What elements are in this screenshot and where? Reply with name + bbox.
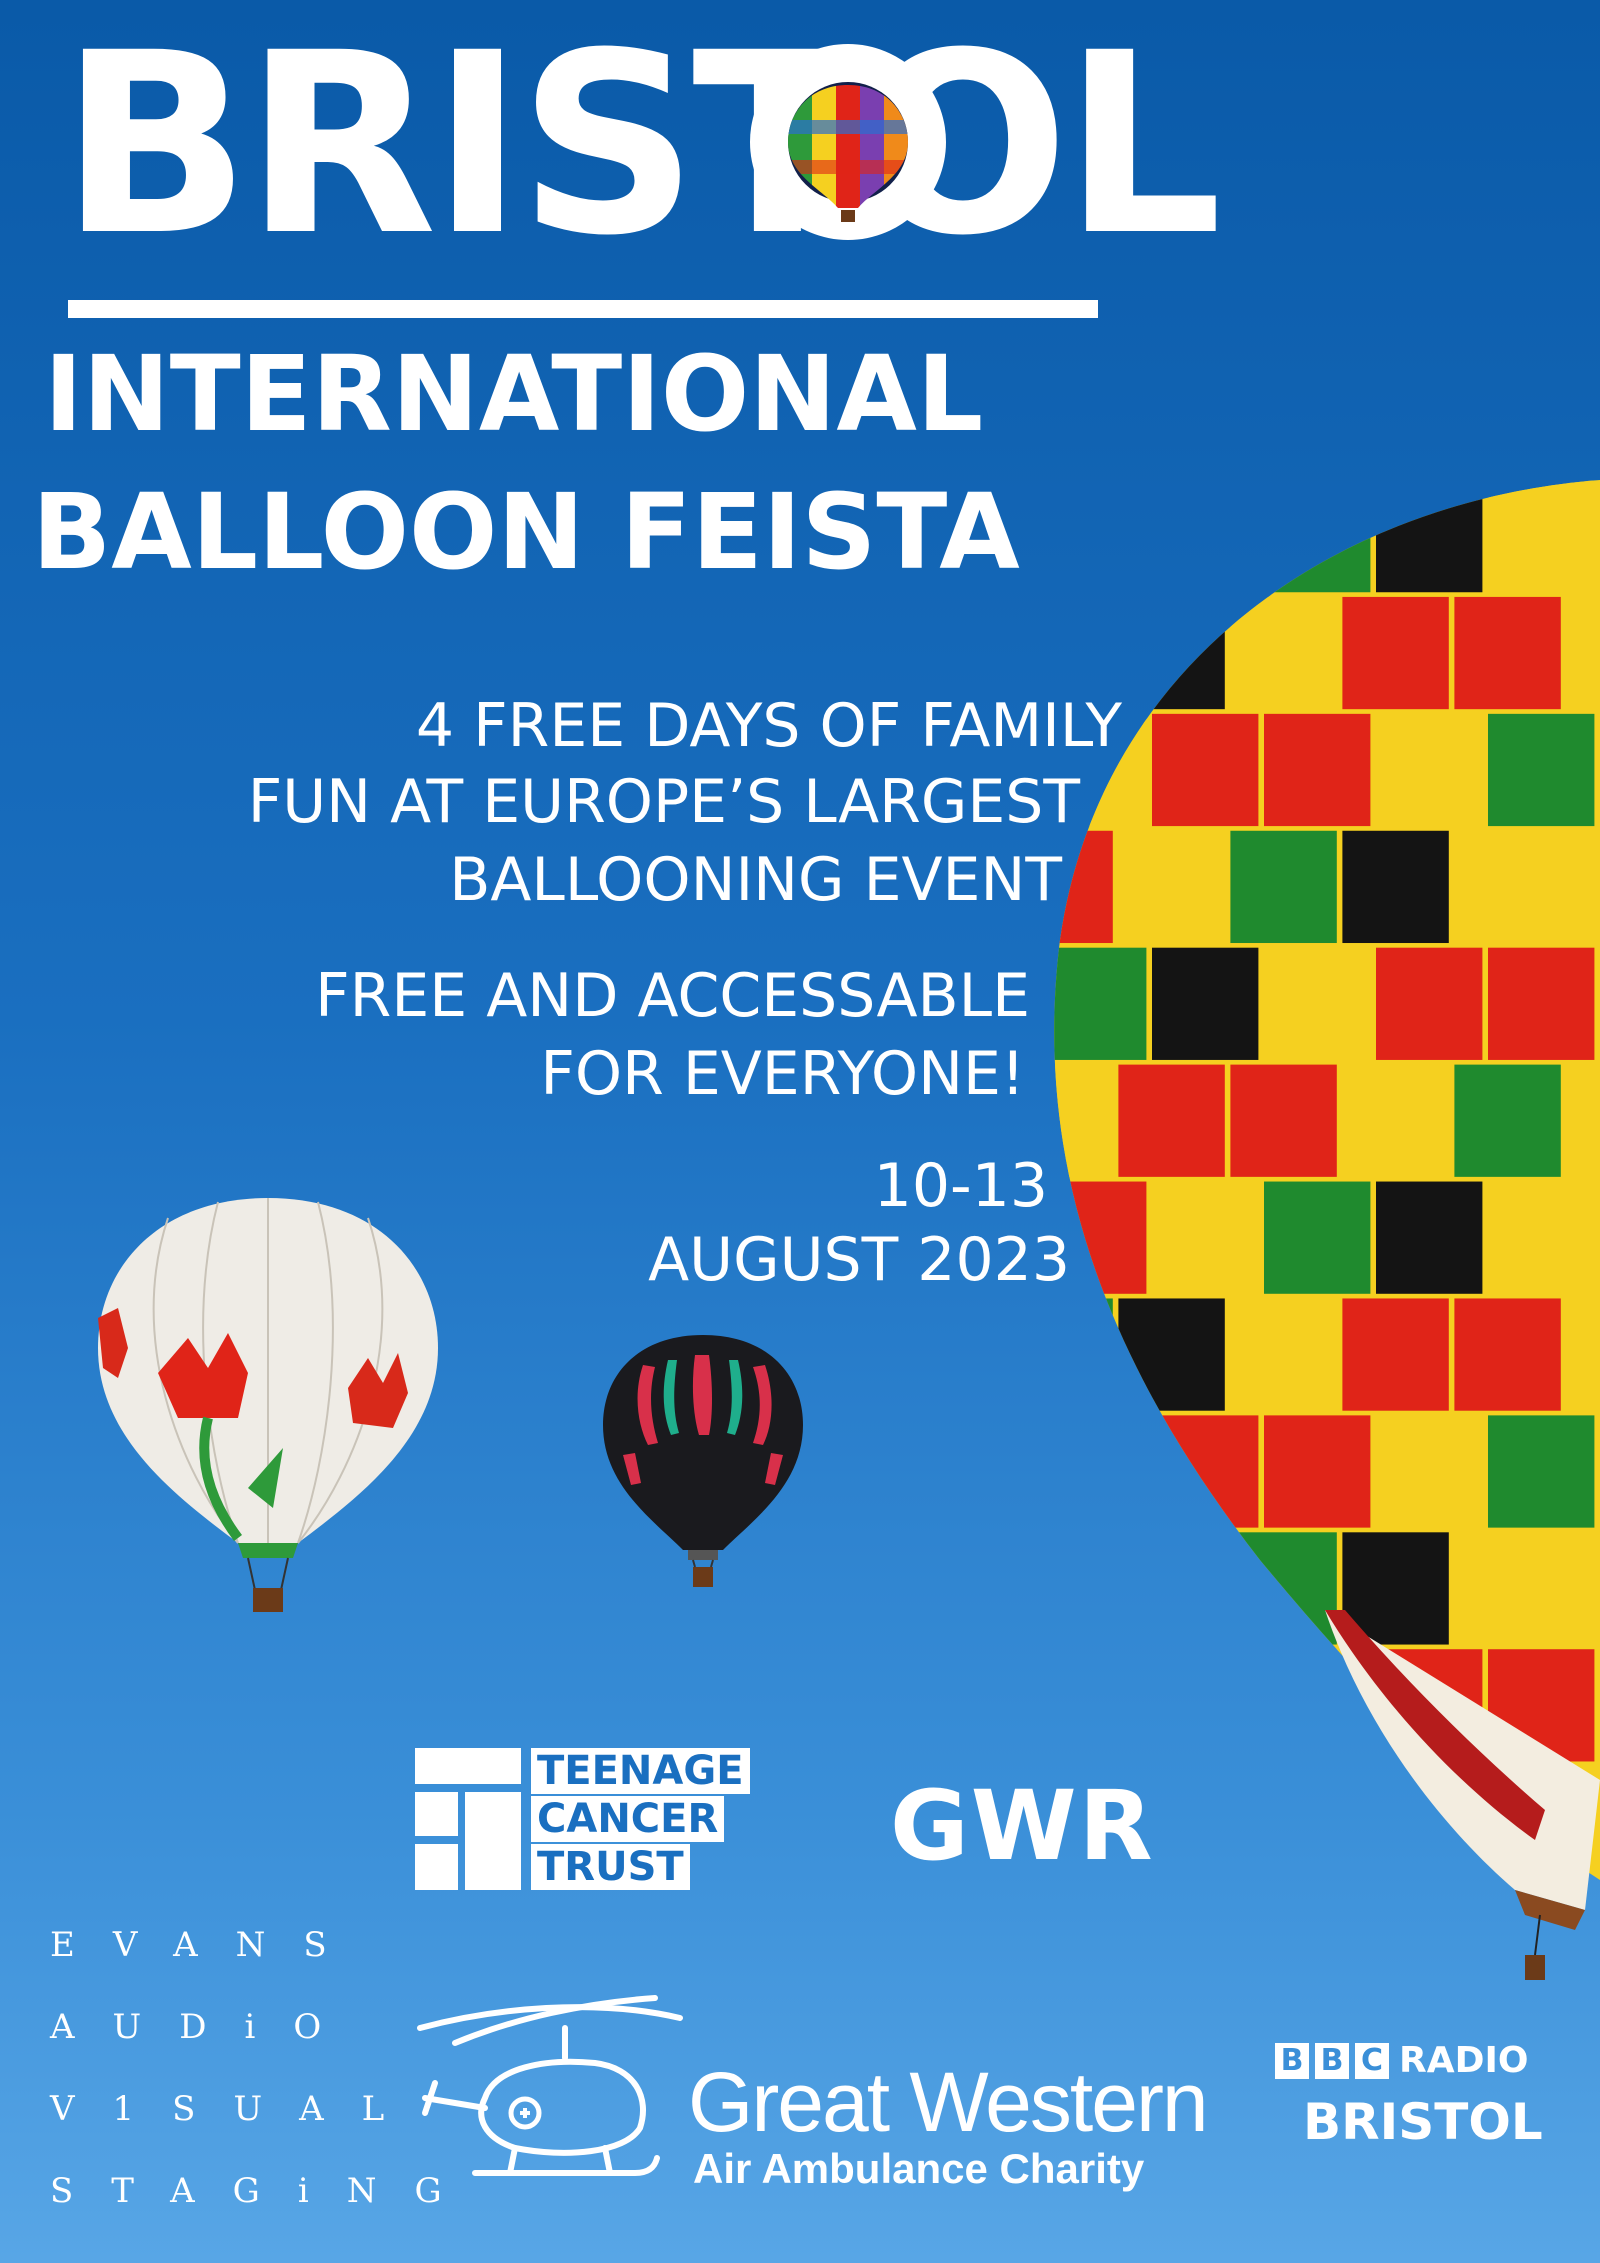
dark-balloon <box>603 1335 803 1587</box>
balloon-panel <box>1454 1298 1561 1411</box>
balloon-panel <box>1230 1532 1337 1645</box>
evans-line-2: AUDiO <box>50 2007 360 2047</box>
balloon-panel <box>1040 1883 1146 1995</box>
balloon-panel <box>1054 1415 1147 1528</box>
balloon-panel <box>1376 480 1483 593</box>
tulip-balloon <box>98 1198 438 1612</box>
headline-line-2: BALLOON FEISTA <box>32 471 1020 593</box>
balloon-panel <box>1264 480 1371 593</box>
balloon-panel <box>1230 1766 1337 1879</box>
balloon-panel <box>1118 830 1225 944</box>
balloon-panel <box>1152 1883 1258 1995</box>
balloon-panel <box>1376 1415 1483 1528</box>
balloon-panel <box>1264 947 1371 1060</box>
tagline-line-4: FREE AND ACCESSABLE <box>315 961 1030 1031</box>
tct-line-2: CANCER <box>531 1796 725 1842</box>
balloon-panel <box>1488 1415 1595 1528</box>
balloon-panel <box>1454 830 1561 944</box>
balloon-panel <box>1376 947 1483 1060</box>
balloon-panel <box>1152 480 1259 593</box>
balloon-panel <box>1376 713 1483 827</box>
balloon-panel <box>1488 1181 1595 1294</box>
balloon-panel <box>1376 1181 1483 1294</box>
tct-line-1: TEENAGE <box>531 1748 750 1794</box>
teenage-cancer-trust-logo: TEENAGE CANCER TRUST <box>415 1748 775 1890</box>
event-dates-day: 10-13 <box>873 1151 1048 1221</box>
balloon-panel <box>1488 947 1595 1060</box>
balloon-panel <box>1152 1181 1259 1294</box>
balloon-panel <box>1230 1064 1337 1177</box>
helicopter-icon <box>417 1995 683 2176</box>
balloon-panel <box>1230 1298 1337 1411</box>
bbc-block-2: B <box>1315 2043 1349 2079</box>
balloon-panel <box>1152 713 1259 827</box>
tct-line-3: TRUST <box>531 1844 690 1890</box>
balloon-panel <box>1118 1298 1225 1411</box>
balloon-panel <box>1342 596 1449 710</box>
balloon-panel <box>1264 1415 1371 1528</box>
balloon-panel <box>1118 596 1225 710</box>
event-dates-month: AUGUST 2023 <box>648 1225 1070 1295</box>
evans-line-3: V1SUAL <box>50 2089 423 2129</box>
balloon-panel <box>1230 830 1337 944</box>
balloon-panel <box>1054 947 1147 1060</box>
balloon-panel <box>1264 713 1371 827</box>
balloon-panel <box>1342 1298 1449 1411</box>
background-red-balloon <box>1325 1610 1600 1980</box>
gwaa-line-2: Air Ambulance Charity <box>693 2145 1145 2192</box>
balloon-icon <box>750 44 946 240</box>
tagline-line-2: FUN AT EUROPE’S LARGEST <box>247 767 1080 837</box>
balloon-panel <box>1264 1181 1371 1294</box>
balloon-panel <box>1152 1649 1259 1762</box>
balloon-panel <box>1230 596 1337 710</box>
title-divider <box>68 300 1098 318</box>
balloon-panel <box>1054 480 1147 593</box>
bbc-block-3: C <box>1355 2043 1389 2079</box>
balloon-panel <box>1118 1064 1225 1177</box>
bbc-radio-bristol-logo: B B C RADIO BRISTOL <box>1275 2040 1575 2153</box>
tagline-line-3: BALLOONING EVENT <box>449 845 1062 915</box>
gwr-logo: GWR <box>890 1770 1155 1882</box>
balloon-panel <box>1152 1415 1259 1528</box>
bbc-radio-label: RADIO <box>1399 2040 1529 2081</box>
balloon-panel <box>1118 1532 1225 1645</box>
balloon-panel <box>1054 1298 1113 1411</box>
balloon-panel <box>1488 713 1595 827</box>
bbc-station-label: BRISTOL <box>1303 2093 1543 2151</box>
balloon-panel <box>1054 1649 1147 1762</box>
balloon-panel <box>1342 1064 1449 1177</box>
gwaa-line-1: Great Western <box>688 2055 1209 2149</box>
headline-line-1: INTERNATIONAL <box>44 333 984 455</box>
balloon-panel <box>1454 596 1561 710</box>
tagline-line-1: 4 FREE DAYS OF FAMILY <box>415 691 1122 761</box>
tagline-line-5: FOR EVERYONE! <box>540 1039 1025 1109</box>
balloon-panel <box>1054 1532 1113 1645</box>
balloon-panel <box>1342 830 1449 944</box>
bbc-block-1: B <box>1275 2043 1309 2079</box>
balloon-panel <box>1152 947 1259 1060</box>
evans-line-1: EVANS <box>50 1925 365 1965</box>
bristol-logo-text: BRISTOL <box>60 0 1222 290</box>
balloon-panel <box>1488 480 1595 593</box>
balloon-panel <box>1454 1064 1561 1177</box>
teenage-cancer-trust-logo-icon <box>415 1748 521 1890</box>
